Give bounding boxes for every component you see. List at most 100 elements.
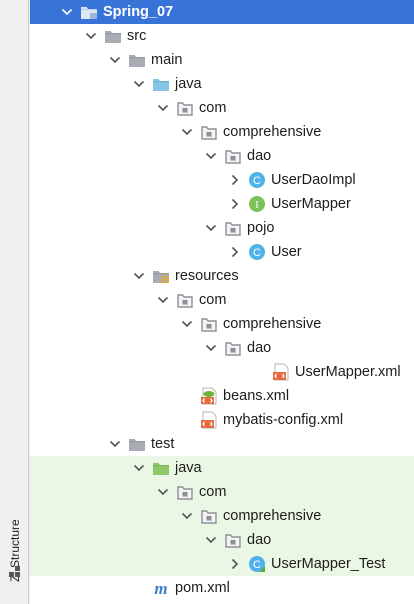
tree-label: main [151, 52, 183, 68]
svg-text:C: C [253, 175, 261, 187]
tree-label: com [199, 484, 227, 500]
class-icon: C [249, 172, 265, 188]
tree-label: pojo [247, 220, 275, 236]
tree-row-usermapper[interactable]: I UserMapper [30, 192, 414, 216]
tree-label: mybatis-config.xml [223, 412, 344, 428]
tree-label: com [199, 292, 227, 308]
chevron-down-icon[interactable] [156, 485, 170, 499]
xml-file-icon [273, 363, 289, 381]
tree-label: java [175, 460, 202, 476]
chevron-down-icon[interactable] [108, 53, 122, 67]
package-icon [177, 294, 193, 308]
tree-label: test [151, 436, 175, 452]
tree-row-user[interactable]: C User [30, 240, 414, 264]
chevron-down-icon[interactable] [156, 293, 170, 307]
folder-icon [105, 31, 121, 43]
chevron-right-icon[interactable] [228, 557, 242, 571]
test-source-folder-icon [153, 463, 169, 475]
left-tool-strip: Z: Structure [0, 0, 29, 604]
folder-icon [129, 439, 145, 451]
tree-row-com[interactable]: com [30, 96, 414, 120]
tree-row-src[interactable]: src [30, 24, 414, 48]
chevron-right-icon[interactable] [228, 173, 242, 187]
chevron-down-icon[interactable] [204, 149, 218, 163]
project-tree[interactable]: Spring_07src main java com comprehensive dao C… [30, 0, 414, 604]
tree-row-test[interactable]: test [30, 432, 414, 456]
svg-text:C: C [253, 559, 261, 571]
chevron-down-icon[interactable] [180, 509, 194, 523]
chevron-down-icon[interactable] [204, 341, 218, 355]
package-icon [201, 510, 217, 524]
tree-row-comprehensive[interactable]: comprehensive [30, 312, 414, 336]
tree-label: UserMapper_Test [271, 556, 386, 572]
tree-label: src [127, 28, 147, 44]
tree-row-com[interactable]: com [30, 288, 414, 312]
tree-row-dao[interactable]: dao [30, 528, 414, 552]
package-icon [201, 318, 217, 332]
tree-row-userdaoimpl[interactable]: C UserDaoImpl [30, 168, 414, 192]
package-icon [225, 534, 241, 548]
chevron-right-icon[interactable] [228, 197, 242, 211]
tree-row-dao[interactable]: dao [30, 336, 414, 360]
tree-row-comprehensive[interactable]: comprehensive [30, 504, 414, 528]
svg-text:I: I [255, 199, 259, 211]
tree-row-java[interactable]: java [30, 456, 414, 480]
folder-icon [129, 55, 145, 67]
tree-row-usermapper-test[interactable]: C UserMapper_Test [30, 552, 414, 576]
chevron-down-icon[interactable] [180, 317, 194, 331]
tree-label: dao [247, 148, 272, 164]
xml-file-icon [201, 411, 217, 429]
tree-row-beans-xml[interactable]: beans.xml [30, 384, 414, 408]
maven-icon: m [154, 579, 167, 597]
tree-label: Spring_07 [103, 4, 174, 20]
chevron-down-icon[interactable] [132, 269, 146, 283]
chevron-down-icon[interactable] [108, 437, 122, 451]
chevron-down-icon[interactable] [156, 101, 170, 115]
tree-row-mybatis-config-xml[interactable]: mybatis-config.xml [30, 408, 414, 432]
tree-row-pojo[interactable]: pojo [30, 216, 414, 240]
chevron-down-icon[interactable] [132, 77, 146, 91]
svg-text:C: C [253, 247, 261, 259]
chevron-right-icon[interactable] [228, 245, 242, 259]
package-icon [201, 126, 217, 140]
tree-row-main[interactable]: main [30, 48, 414, 72]
package-icon [225, 342, 241, 356]
chevron-down-icon[interactable] [204, 533, 218, 547]
package-icon [225, 150, 241, 164]
tree-row-usermapper-xml[interactable]: UserMapper.xml [30, 360, 414, 384]
package-icon [177, 102, 193, 116]
tree-row-pom-xml[interactable]: m pom.xml [30, 576, 414, 600]
resources-folder-icon [153, 271, 169, 283]
tree-label: comprehensive [223, 124, 322, 140]
tree-row-com[interactable]: com [30, 480, 414, 504]
tree-row-spring-07[interactable]: Spring_07 [30, 0, 414, 24]
class-icon: C [249, 244, 265, 260]
chevron-down-icon[interactable] [204, 221, 218, 235]
tree-label: dao [247, 340, 272, 356]
source-folder-icon [153, 79, 169, 91]
interface-icon: I [249, 196, 265, 212]
tree-label: resources [175, 268, 239, 284]
svg-text:m: m [154, 579, 167, 597]
chevron-down-icon[interactable] [132, 461, 146, 475]
spring-xml-icon [201, 387, 217, 405]
structure-icon [9, 566, 20, 577]
package-icon [225, 222, 241, 236]
tree-row-java[interactable]: java [30, 72, 414, 96]
package-icon [177, 486, 193, 500]
tree-label: pom.xml [175, 580, 230, 596]
chevron-down-icon[interactable] [60, 5, 74, 19]
tree-row-dao[interactable]: dao [30, 144, 414, 168]
tree-label: beans.xml [223, 388, 290, 404]
chevron-down-icon[interactable] [84, 29, 98, 43]
test-class-icon: C [249, 556, 265, 572]
chevron-down-icon[interactable] [180, 125, 194, 139]
tree-label: comprehensive [223, 316, 322, 332]
tree-row-resources[interactable]: resources [30, 264, 414, 288]
tree-label: comprehensive [223, 508, 322, 524]
tree-label: dao [247, 532, 272, 548]
module-folder-icon [81, 7, 97, 19]
tree-label: UserMapper [271, 196, 351, 212]
tree-row-comprehensive[interactable]: comprehensive [30, 120, 414, 144]
tree-label: java [175, 76, 202, 92]
